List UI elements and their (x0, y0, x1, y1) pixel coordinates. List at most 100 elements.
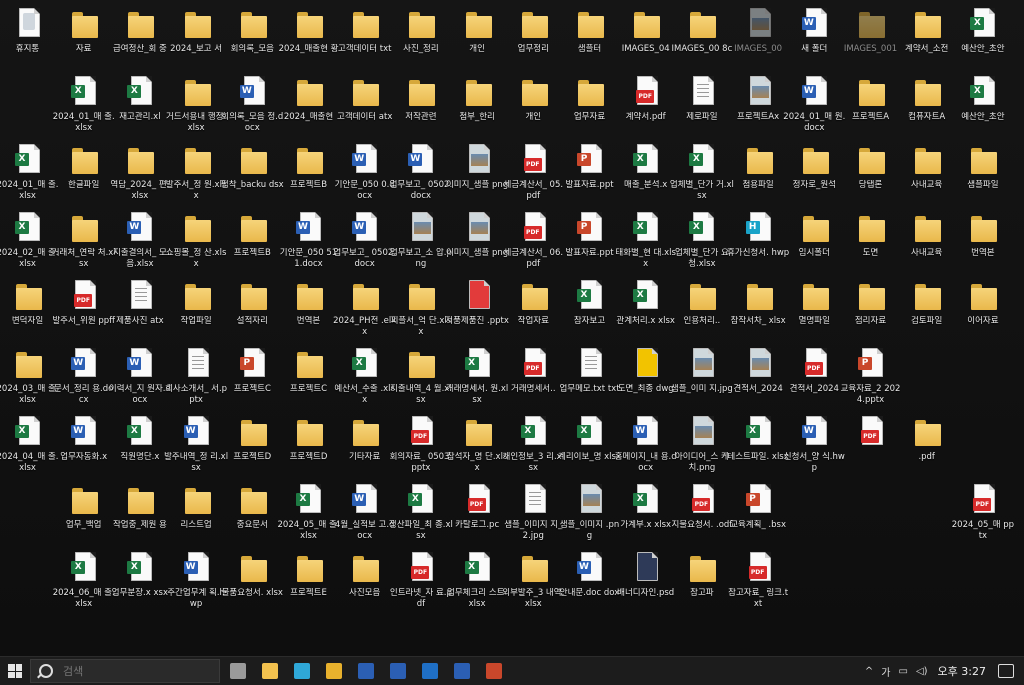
taskbar-word-button[interactable] (384, 657, 412, 685)
desktop-icon[interactable]: X 2024_06_매 출.xlsx (53, 548, 115, 614)
desktop-icon[interactable]: 프로젝트D (281, 412, 339, 478)
desktop-icon[interactable]: PDF 인트라넷_자 료.pdf (390, 548, 452, 614)
desktop-icon[interactable]: W 4월_실적보 고.docx (335, 480, 395, 546)
desktop-icon[interactable]: 사내교육 (899, 208, 957, 274)
desktop-icon[interactable]: 샘플파일 (955, 140, 1013, 206)
desktop-icon[interactable]: X 태화별_현 대.xlsx (615, 208, 676, 274)
desktop-icon[interactable]: 2024_보고 서 (169, 4, 227, 70)
desktop-icon[interactable]: IMAGES_04 (618, 4, 676, 70)
desktop-icon[interactable]: 휴지통 (0, 4, 58, 70)
desktop-icon[interactable]: PDF 2024_05_매 pptx (952, 480, 1014, 546)
battery-icon[interactable]: ▭ (899, 666, 908, 677)
desktop-icon[interactable]: 제품사진 atx (112, 276, 170, 342)
desktop-icon[interactable]: 회사소개서_ 서.pptx (165, 344, 227, 410)
desktop-icon[interactable]: PDF 계약서.pdf (618, 72, 676, 138)
desktop-icon[interactable]: W 업무자동화.x (56, 412, 114, 478)
desktop-icon[interactable]: 번역본 (281, 276, 339, 342)
desktop-icon[interactable]: 견적서_2024 (731, 344, 789, 410)
search-box[interactable] (30, 659, 220, 683)
desktop-icon[interactable]: 프로젝트A (843, 72, 901, 138)
desktop-icon[interactable]: 컴퓨자트A (899, 72, 957, 138)
desktop-icon[interactable]: 번역본 (955, 208, 1013, 274)
desktop-icon[interactable]: 도면 (843, 208, 901, 274)
desktop-icon[interactable]: X 예산서_수출 .xlsx (334, 344, 395, 410)
desktop-icon[interactable]: W 지출결의서_ 모음.xlsx (112, 208, 170, 274)
desktop-icon[interactable]: 임시폴더 (787, 208, 845, 274)
desktop-icon[interactable]: 역담_2024_ 편.xlsx (110, 140, 170, 206)
desktop-icon[interactable]: 인용처리.. (674, 276, 732, 342)
desktop-icon[interactable]: X 2024_04_매 출.xlsx (0, 412, 59, 478)
desktop-icon[interactable]: X 재고관리.xl (112, 72, 170, 138)
desktop-icon[interactable]: 프로젝트D (225, 412, 283, 478)
desktop-icon[interactable]: 참작서차_ xlsx (731, 276, 789, 342)
desktop-icon[interactable]: 업무정리 (506, 4, 564, 70)
desktop-icon[interactable]: 저품제품진 .pptx (445, 276, 509, 342)
desktop-icon[interactable]: PDF 회의자료_ 0503.pptx (390, 412, 452, 478)
desktop-icon[interactable]: W 기안문_050 0.docx (335, 140, 395, 206)
desktop-icon[interactable]: H 휴가신청서. hwp (727, 208, 789, 274)
desktop-icon[interactable]: 샘플_이미지 .png (560, 480, 620, 546)
desktop-icon[interactable]: W 주간업무계 획.hwp (167, 548, 227, 614)
desktop-icon[interactable]: PDF 참고자료_ 링크.txt (728, 548, 789, 614)
desktop-icon[interactable]: 제로파일 (674, 72, 732, 138)
desktop-icon[interactable]: 개인 (506, 72, 564, 138)
desktop-icon[interactable]: 도면_최종 dwg (618, 344, 676, 410)
desktop-icon[interactable]: W 안내문.doc dox (560, 548, 620, 614)
desktop-icon[interactable]: X 2024_01_매 출.xlsx (53, 72, 115, 138)
desktop-icon[interactable]: 2024_03_매 출.xlsx (0, 344, 59, 410)
desktop-icon[interactable]: 발주서_정 원.xlsx (166, 140, 227, 206)
desktop-icon[interactable]: 배너디자인.psd (617, 548, 676, 614)
desktop-icon[interactable]: 저작관련 (393, 72, 451, 138)
desktop-icon[interactable]: 설적자리 (225, 276, 283, 342)
desktop-icon[interactable]: 작업중_제원 용 (112, 480, 170, 546)
desktop-icon[interactable]: 점리자료 (843, 276, 901, 342)
desktop-icon[interactable]: 이미지_샘플 png (446, 140, 508, 206)
desktop-icon[interactable]: X 업무체크리 스트.xlsx (447, 548, 508, 614)
desktop-icon[interactable]: W 기안문_050 511.docx (280, 208, 339, 274)
desktop-icon[interactable]: 작업파일 (169, 276, 227, 342)
ime-indicator[interactable]: 가 (881, 664, 890, 679)
desktop-icon[interactable]: P 프로젝트C (225, 344, 283, 410)
desktop-icon[interactable]: 2024_매출현 (281, 72, 339, 138)
desktop-icon[interactable]: X 관계처리.x xlsx (616, 276, 676, 342)
desktop-icon[interactable]: W 발주내역_정 리.xlsx (164, 412, 228, 478)
desktop-icon[interactable]: 검토파일 (899, 276, 957, 342)
desktop-icon[interactable]: 사진_정리 (393, 4, 451, 70)
taskbar-chrome-button[interactable] (320, 657, 348, 685)
desktop-icon[interactable]: X 정산파일_최 종.xlsx (389, 480, 453, 546)
desktop-icon[interactable]: W 이력서_지 원자.docx (109, 344, 171, 410)
desktop-icon[interactable]: 업무메모.txt txt (559, 344, 620, 410)
desktop-icon[interactable]: 당탭론 (843, 140, 901, 206)
desktop-icon[interactable]: PDF 카탈로그.pc (450, 480, 508, 546)
desktop-icon[interactable]: 참석자_명 단.xlsx (447, 412, 508, 478)
desktop-icon[interactable]: P 발표자료.ppt (562, 208, 620, 274)
desktop-icon[interactable]: 이미지_샘플 png (446, 208, 508, 274)
clock[interactable]: 오후 3:27 (938, 663, 986, 679)
desktop-icon[interactable]: X 참자보고 (562, 276, 620, 342)
desktop-icon[interactable]: 멸명파일 (787, 276, 845, 342)
desktop-icon[interactable]: 샘플_이미지 지_2.jpg (504, 480, 564, 546)
desktop-icon[interactable]: W 회의록_모음 정.docx (221, 72, 283, 138)
desktop-icon[interactable]: 쇼핑몰_정 산.xlsx (166, 208, 227, 274)
desktop-icon[interactable]: 중요문서 (225, 480, 283, 546)
start-button[interactable] (0, 657, 30, 685)
desktop-icon[interactable]: X 가계부.x xlsx (618, 480, 676, 546)
desktop-icon[interactable]: IMAGES_00 (731, 4, 789, 70)
desktop-icon[interactable]: 정자로_원석 (787, 140, 845, 206)
desktop-icon[interactable]: 급여정산_회 중 (112, 4, 170, 70)
desktop-icon[interactable]: 아이디어_스 케치.png (674, 412, 732, 478)
desktop-icon[interactable]: X 테스트파일. xlsx (727, 412, 789, 478)
desktop-icon[interactable]: 참고파 (674, 548, 732, 614)
desktop-icon[interactable]: IMAGES_00 8c (672, 4, 732, 70)
desktop-icon[interactable]: 업무자료 (562, 72, 620, 138)
desktop-icon[interactable]: P 교육계획_ .bsx (730, 480, 789, 546)
desktop-icon[interactable]: X 매출_분석.x (618, 140, 676, 206)
taskbar-task-view-button[interactable] (224, 657, 252, 685)
desktop-icon[interactable]: 피플서_억 단.xlsx (391, 276, 451, 342)
desktop-icon[interactable]: X 거래명세서. 원.xlsx (446, 344, 508, 410)
desktop-icon[interactable]: 사내교육 (899, 140, 957, 206)
desktop-icon[interactable]: 한글파일 (56, 140, 114, 206)
desktop-icon[interactable]: 프로젝트E (281, 548, 339, 614)
desktop-icon[interactable]: W 업무보고_ 0502.docx (390, 140, 452, 206)
desktop-icon[interactable]: .pdf (899, 412, 957, 478)
